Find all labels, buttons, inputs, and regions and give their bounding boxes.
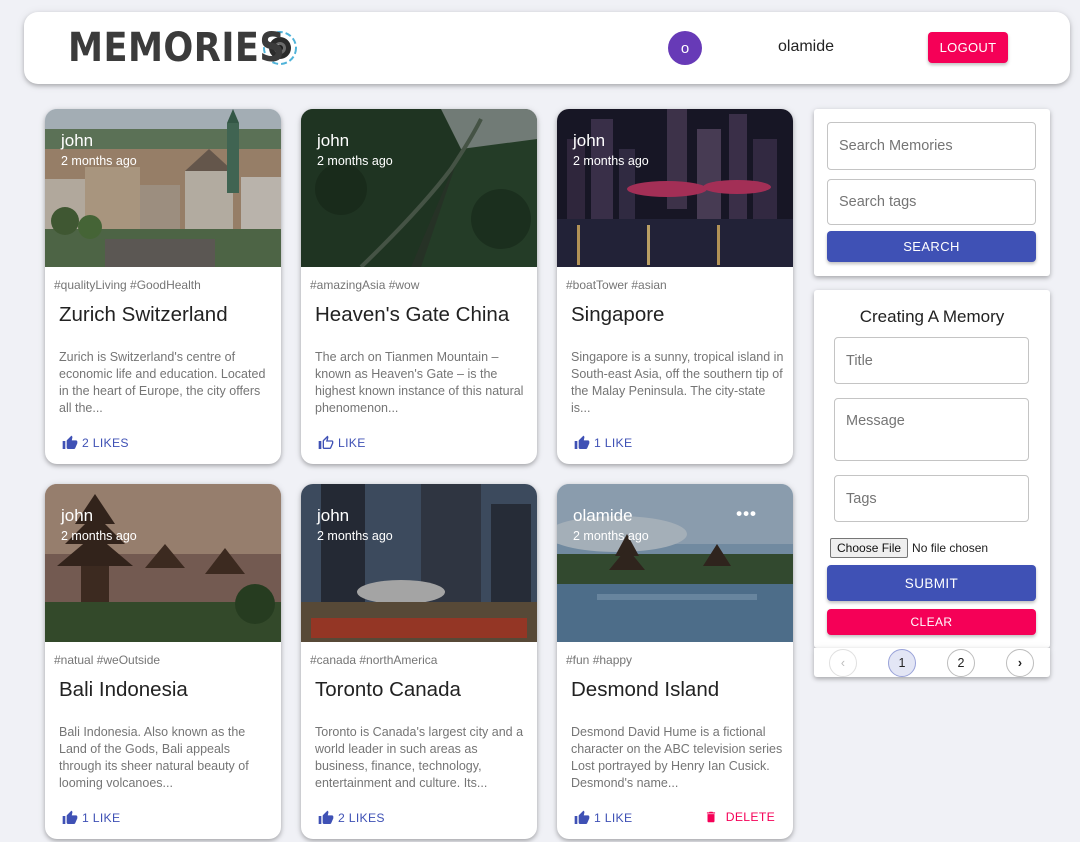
like-count: 2 LIKES — [338, 811, 385, 825]
post-message: Desmond David Hume is a fictional charac… — [571, 725, 783, 790]
brand-title: Memories — [68, 25, 286, 71]
thumb-up-icon — [318, 810, 334, 824]
thumb-up-icon — [574, 810, 590, 824]
post-message: Toronto is Canada's largest city and a w… — [315, 725, 524, 790]
clear-button[interactable]: CLEAR — [827, 609, 1036, 635]
message-textarea[interactable] — [834, 398, 1029, 461]
post-time: 2 months ago — [573, 529, 649, 543]
card-image: john 2 months ago — [45, 484, 281, 642]
post-author: john — [61, 131, 94, 150]
like-count: LIKE — [338, 436, 366, 450]
like-button[interactable]: LIKE — [318, 435, 366, 451]
logout-button[interactable]: LOGOUT — [928, 32, 1008, 63]
like-button[interactable]: 1 LIKE — [62, 810, 120, 826]
post-tags: #fun #happy — [566, 653, 633, 667]
post-message: Zurich is Switzerland's centre of econom… — [59, 350, 266, 415]
thumb-up-icon — [62, 810, 78, 824]
post-author: john — [61, 506, 94, 525]
choose-file-button[interactable]: Choose File — [830, 538, 909, 558]
file-input: Choose File No file chosen — [830, 538, 988, 558]
post-message: Bali Indonesia. Also known as the Land o… — [59, 725, 249, 790]
card-image: olamide 2 months ago ••• — [557, 484, 793, 642]
thumb-up-icon — [574, 435, 590, 449]
like-button[interactable]: 2 LIKES — [62, 435, 129, 451]
pagination: ‹ 1 2 › — [814, 648, 1050, 677]
post-time: 2 months ago — [61, 154, 137, 168]
user-avatar[interactable]: o — [668, 31, 702, 65]
like-count: 1 LIKE — [82, 811, 121, 825]
post-author: olamide — [573, 506, 633, 525]
post-title: Bali Indonesia — [59, 678, 188, 701]
search-memories-input[interactable] — [827, 122, 1036, 170]
file-status: No file chosen — [912, 541, 989, 555]
like-button[interactable]: 1 LIKE — [574, 435, 632, 451]
post-tags: #natual #weOutside — [54, 653, 161, 667]
post-title: Singapore — [571, 303, 665, 326]
post-time: 2 months ago — [573, 154, 649, 168]
post-time: 2 months ago — [317, 529, 393, 543]
post-message: Singapore is a sunny, tropical island in… — [571, 350, 784, 415]
app-bar: Memories o olamide LOGOUT — [24, 12, 1070, 84]
search-tags-input[interactable] — [827, 179, 1036, 225]
post-title: Desmond Island — [571, 678, 720, 701]
post-author: john — [317, 131, 350, 150]
card-image: john 2 months ago — [301, 484, 537, 642]
memory-card[interactable]: john 2 months ago #canada #northAmerica … — [301, 484, 537, 839]
memory-card[interactable]: olamide 2 months ago ••• #fun #happy Des… — [557, 484, 793, 839]
memory-card[interactable]: john 2 months ago #amazingAsia #wow Heav… — [301, 109, 537, 464]
card-image: john 2 months ago — [301, 109, 537, 267]
thumb-up-outline-icon — [318, 435, 334, 449]
delete-label: DELETE — [725, 810, 775, 824]
search-button[interactable]: SEARCH — [827, 231, 1036, 262]
post-author: john — [573, 131, 606, 150]
like-count: 2 LIKES — [82, 436, 129, 450]
create-memory-form: Creating A Memory Choose File No file ch… — [814, 290, 1050, 648]
post-title: Heaven's Gate China — [315, 303, 510, 326]
memory-card[interactable]: john 2 months ago #boatTower #asian Sing… — [557, 109, 793, 464]
next-page-button[interactable]: › — [1006, 649, 1034, 677]
like-count: 1 LIKE — [594, 436, 633, 450]
page-button-2[interactable]: 2 — [947, 649, 975, 677]
like-button[interactable]: 1 LIKE — [574, 810, 632, 826]
form-title: Creating A Memory — [859, 307, 1005, 326]
delete-button[interactable]: DELETE — [704, 810, 775, 824]
like-button[interactable]: 2 LIKES — [318, 810, 385, 826]
title-input[interactable] — [834, 337, 1029, 384]
memory-card[interactable]: john 2 months ago #natual #weOutside Bal… — [45, 484, 281, 839]
post-title: Zurich Switzerland — [59, 303, 228, 326]
submit-button[interactable]: SUBMIT — [827, 565, 1036, 601]
post-tags: #amazingAsia #wow — [310, 278, 420, 292]
username: olamide — [777, 38, 835, 55]
post-time: 2 months ago — [317, 154, 393, 168]
brand[interactable]: Memories — [68, 24, 298, 72]
post-message: The arch on Tianmen Mountain – known as … — [315, 350, 524, 415]
more-options-icon[interactable]: ••• — [736, 504, 757, 524]
post-title: Toronto Canada — [315, 678, 461, 701]
tags-input[interactable] — [834, 475, 1029, 522]
prev-page-button[interactable]: ‹ — [829, 649, 857, 677]
post-author: john — [317, 506, 350, 525]
search-panel: SEARCH — [814, 109, 1050, 276]
like-count: 1 LIKE — [594, 811, 633, 825]
card-image: john 2 months ago — [557, 109, 793, 267]
post-time: 2 months ago — [61, 529, 137, 543]
memory-card[interactable]: john 2 months ago #qualityLiving #GoodHe… — [45, 109, 281, 464]
post-tags: #canada #northAmerica — [310, 653, 438, 667]
trash-icon — [706, 811, 715, 823]
post-tags: #boatTower #asian — [566, 278, 667, 292]
card-image: john 2 months ago — [45, 109, 281, 267]
thumb-up-icon — [62, 435, 78, 449]
page-button-1[interactable]: 1 — [888, 649, 916, 677]
post-tags: #qualityLiving #GoodHealth — [54, 278, 201, 292]
